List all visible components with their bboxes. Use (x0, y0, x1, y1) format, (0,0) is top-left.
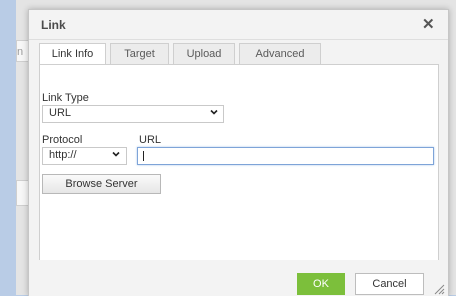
link-type-select[interactable]: URL (42, 105, 224, 123)
resize-grip-icon[interactable] (434, 284, 445, 295)
link-type-label: Link Type (42, 92, 89, 104)
dialog-footer: OK Cancel (29, 260, 448, 296)
dialog-titlebar[interactable]: Link ✕ (29, 10, 448, 40)
protocol-select[interactable]: http:// (42, 147, 127, 165)
text-caret (143, 151, 144, 161)
protocol-label: Protocol (42, 134, 83, 146)
chevron-down-icon (112, 151, 120, 157)
cancel-button[interactable]: Cancel (355, 273, 424, 295)
url-input[interactable] (137, 147, 434, 165)
link-dialog: Link ✕ Link Info Target Upload Advanced … (28, 9, 449, 296)
protocol-value: http:// (49, 149, 77, 161)
link-type-value: URL (49, 107, 72, 119)
browse-server-button[interactable]: Browse Server (42, 174, 161, 194)
url-label: URL (139, 134, 162, 146)
dialog-title: Link (41, 18, 66, 32)
tab-link-info[interactable]: Link Info (39, 43, 106, 66)
tab-target[interactable]: Target (110, 43, 169, 65)
ok-button[interactable]: OK (297, 273, 345, 295)
tab-advanced[interactable]: Advanced (239, 43, 321, 65)
tab-upload[interactable]: Upload (173, 43, 235, 65)
chevron-down-icon (210, 109, 218, 115)
background-text: n (17, 46, 24, 58)
close-icon[interactable]: ✕ (422, 15, 435, 33)
link-info-panel: Link Type URL Protocol http:// URL Brows… (39, 64, 439, 262)
